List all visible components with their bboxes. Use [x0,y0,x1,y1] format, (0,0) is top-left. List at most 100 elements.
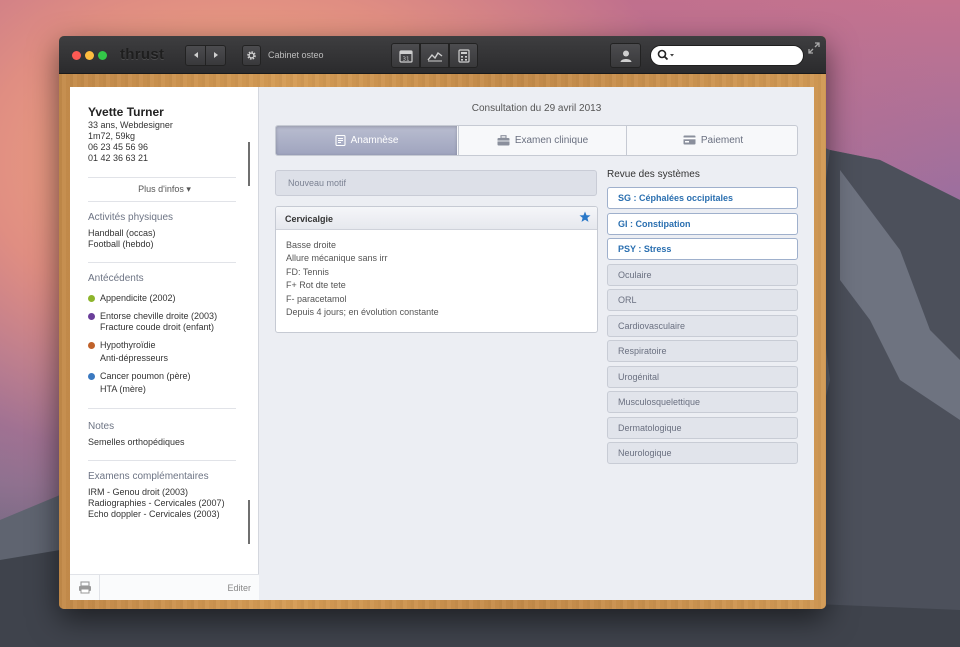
gear-icon [247,51,256,60]
history-line: Cancer poumon (père) [100,371,191,381]
history-line: Appendicite (2002) [100,293,176,303]
review-item-dermatologique[interactable]: Dermatologique [607,417,798,439]
divider [88,262,236,263]
history-line: Fracture coude droit (enfant) [100,322,215,332]
motif-note-line: Allure mécanique sans irr [286,253,388,264]
print-button[interactable] [70,575,100,600]
zoom-window-button[interactable] [98,51,107,60]
note-item: Semelles orthopédiques [88,437,185,447]
right-arrow-icon [213,52,218,59]
panel-splitter-handle[interactable] [248,142,250,186]
review-item-psy[interactable]: PSY : Stress [607,238,798,260]
activity-item: Handball (occas) [88,228,156,238]
history-line: Hypothyroïdie [100,340,156,350]
notes-title: Notes [88,421,115,432]
user-button[interactable] [610,43,641,68]
history-line: HTA (mère) [100,384,146,394]
history-dot [88,342,95,349]
motif-note-line: FD: Tennis [286,266,329,277]
title-bar: thrust Cabinet osteo 31 [59,36,826,74]
review-item-neurologique[interactable]: Neurologique [607,442,798,464]
motif-title: Cervicalgie [285,214,334,224]
left-arrow-icon [193,52,198,59]
document-icon [335,134,346,146]
briefcase-icon [497,135,510,146]
divider [88,460,236,461]
minimize-window-button[interactable] [85,51,94,60]
review-item-orl[interactable]: ORL [607,289,798,311]
search-input[interactable] [678,49,798,63]
edit-button[interactable]: Editer [227,583,251,593]
panel-splitter-handle[interactable] [248,500,250,544]
app-logo: thrust [120,46,165,63]
history-title: Antécédents [88,273,144,284]
exam-item: Echo doppler - Cervicales (2003) [88,509,220,519]
sidebar-footer: Editer [70,574,259,600]
user-icon [620,50,631,62]
divider [88,408,236,409]
history-dot [88,295,95,302]
consultation-title: Consultation du 29 avril 2013 [471,103,602,114]
app-window: thrust Cabinet osteo 31 Yvette Turner 33… [59,36,826,609]
new-motif-button[interactable]: Nouveau motif [275,170,597,196]
motif-note-line: Basse droite [286,240,337,250]
motif-card: Cervicalgie Basse droite Allure mécaniqu… [275,206,598,333]
review-item-urogenital[interactable]: Urogénital [607,366,798,388]
close-window-button[interactable] [72,51,81,60]
consultation-tabs: Anamnèse Examen clinique Paiement [275,125,798,156]
history-dot [88,313,95,320]
review-item-sg[interactable]: SG : Céphalées occipitales [607,187,798,209]
motif-note-line: F- paracetamol [286,293,347,304]
review-item-musculosquelettique[interactable]: Musculosquelettique [607,391,798,413]
patient-sidebar: Yvette Turner 33 ans, Webdesigner 1m72, … [70,87,259,600]
divider [88,177,236,178]
activity-item: Football (hebdo) [88,239,154,249]
tab-anamnese[interactable]: Anamnèse [276,126,457,155]
stats-view-button[interactable] [420,43,449,68]
settings-button[interactable] [242,45,261,66]
review-item-oculaire[interactable]: Oculaire [607,264,798,286]
history-dot [88,373,95,380]
more-info-toggle[interactable]: Plus d'infos ▾ [70,184,259,195]
review-item-respiratoire[interactable]: Respiratoire [607,340,798,362]
motif-notes[interactable]: Basse droite Allure mécanique sans irr F… [286,239,439,319]
calendar-view-button[interactable]: 31 [391,43,420,68]
activities-title: Activités physiques [88,212,174,223]
review-item-cardiovasculaire[interactable]: Cardiovasculaire [607,315,798,337]
calendar-icon: 31 [398,50,413,63]
exam-item: Radiographies - Cervicales (2007) [88,498,225,508]
patient-info-line: 1m72, 59kg [88,131,136,141]
forward-button[interactable] [205,45,226,66]
search-field[interactable] [650,45,804,66]
tab-label: Anamnèse [350,135,399,146]
back-button[interactable] [185,45,206,66]
motif-note-line: F+ Rot dte tete [286,280,346,291]
search-icon [657,49,674,61]
exams-title: Examens complémentaires [88,471,209,482]
fullscreen-icon [808,42,820,54]
review-item-gi[interactable]: GI : Constipation [607,213,798,235]
calculator-view-button[interactable] [449,43,478,68]
history-line: Anti-dépresseurs [100,353,169,363]
consultation-panel: Consultation du 29 avril 2013 Anamnèse E… [259,87,814,600]
patient-info-line: 33 ans, Webdesigner [88,120,173,130]
star-icon[interactable] [579,211,591,223]
exam-item: IRM - Genou droit (2003) [88,487,189,497]
cabinet-name: Cabinet osteo [268,50,324,60]
tab-label: Examen clinique [514,135,589,146]
printer-icon [78,581,91,594]
history-line: Entorse cheville droite (2003) [100,311,218,321]
tab-examen-clinique[interactable]: Examen clinique [458,126,627,155]
credit-card-icon [683,135,696,145]
calculator-icon [457,49,470,63]
fullscreen-button[interactable] [808,42,820,57]
review-title: Revue des systèmes [607,169,700,180]
tab-label: Paiement [700,135,744,146]
chart-icon [426,51,442,62]
divider [88,201,236,202]
patient-name: Yvette Turner [88,105,164,119]
motif-note-line: Depuis 4 jours; en évolution constante [286,307,439,318]
patient-info-line: 06 23 45 56 96 [88,142,149,152]
patient-info-line: 01 42 36 63 21 [88,153,149,163]
tab-paiement[interactable]: Paiement [628,126,797,155]
